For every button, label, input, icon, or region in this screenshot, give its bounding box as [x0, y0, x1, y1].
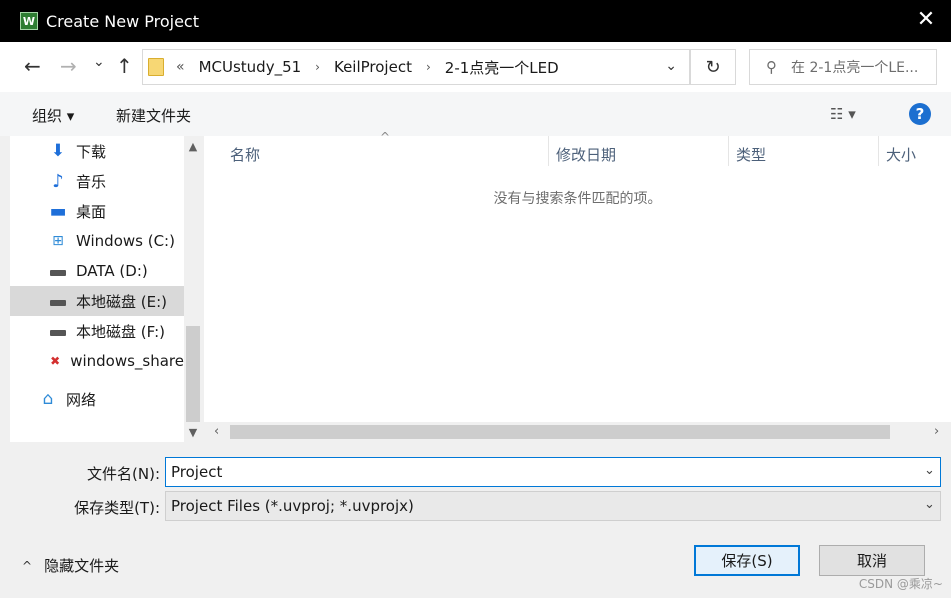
column-header-date-modified[interactable]: 修改日期	[556, 144, 616, 165]
scrollbar-thumb[interactable]	[230, 425, 890, 439]
new-folder-button[interactable]: 新建文件夹	[116, 105, 191, 126]
filename-input[interactable]	[165, 457, 941, 487]
navigation-pane-scrollbar[interactable]: ▲ ▼	[184, 136, 202, 442]
disconnected-network-drive-icon: ✖	[50, 354, 61, 368]
chevron-up-icon: ^	[22, 558, 33, 573]
file-list: ^ 名称 修改日期 类型 大小 没有与搜索条件匹配的项。	[204, 130, 951, 422]
music-note-icon: ♪	[52, 170, 64, 192]
column-divider[interactable]	[548, 136, 549, 166]
filetype-select[interactable]: Project Files (*.uvproj; *.uvprojx)	[165, 491, 941, 521]
save-button[interactable]: 保存(S)	[694, 545, 800, 576]
sidebar-item-drive-e[interactable]: 本地磁盘 (E:)	[10, 286, 184, 316]
search-icon: ⚲	[766, 58, 777, 76]
forward-arrow-icon[interactable]: →	[60, 56, 77, 76]
folder-icon	[148, 58, 164, 76]
search-placeholder: 在 2-1点亮一个LE...	[791, 60, 919, 76]
sidebar-item-network[interactable]: ⌂ 网络	[10, 384, 184, 414]
refresh-icon: ↻	[705, 56, 721, 78]
sidebar-item-drive-d[interactable]: DATA (D:)	[10, 256, 184, 286]
sidebar-item-music[interactable]: ♪ 音乐	[10, 166, 184, 196]
organize-menu-button[interactable]: 组织 ▾	[32, 105, 74, 126]
hard-drive-icon	[48, 322, 68, 340]
sidebar-item-label: 下载	[76, 142, 107, 161]
breadcrumb-keilproject[interactable]: KeilProject	[334, 58, 412, 76]
hard-drive-icon	[48, 292, 68, 310]
hard-drive-icon	[48, 262, 68, 280]
breadcrumb-current-folder[interactable]: 2-1点亮一个LED	[445, 57, 559, 78]
search-input[interactable]: ⚲ 在 2-1点亮一个LE...	[749, 49, 937, 85]
sidebar-item-label: 本地磁盘 (E:)	[76, 292, 168, 311]
filename-dropdown-icon[interactable]: ⌄	[924, 463, 935, 478]
sidebar-item-label: 桌面	[76, 202, 107, 221]
empty-results-message: 没有与搜索条件匹配的项。	[493, 191, 662, 207]
column-divider[interactable]	[728, 136, 729, 166]
column-divider[interactable]	[878, 136, 879, 166]
keil-app-icon: W	[20, 12, 38, 30]
csdn-watermark: CSDN @乘凉~	[858, 577, 943, 591]
navigation-pane: ⬇ 下载 ♪ 音乐 ▬ 桌面 ⊞ Windows (C:) DATA (D:) …	[10, 136, 184, 442]
hide-folders-toggle[interactable]: ^ 隐藏文件夹	[22, 555, 119, 576]
help-icon[interactable]: ?	[909, 103, 931, 125]
address-dropdown-icon[interactable]: ⌄	[665, 58, 677, 74]
sidebar-item-desktop[interactable]: ▬ 桌面	[10, 196, 184, 226]
scroll-left-icon[interactable]: ‹	[214, 424, 219, 439]
column-header-size[interactable]: 大小	[886, 144, 916, 165]
sort-ascending-icon: ^	[380, 130, 391, 144]
sidebar-item-label: 音乐	[76, 172, 107, 191]
cancel-button[interactable]: 取消	[819, 545, 925, 576]
sidebar-item-label: DATA (D:)	[76, 262, 148, 280]
recent-locations-chevron-icon[interactable]: ⌄	[93, 52, 105, 72]
navigation-bar: ← → ⌄ ↑ « MCUstudy_51 › KeilProject › 2-…	[0, 42, 951, 92]
up-arrow-icon[interactable]: ↑	[116, 56, 133, 76]
scroll-down-icon[interactable]: ▼	[184, 426, 202, 439]
window-title: Create New Project	[46, 11, 199, 31]
title-bar: W Create New Project ✕	[0, 0, 951, 42]
address-bar[interactable]: « MCUstudy_51 › KeilProject › 2-1点亮一个LED…	[142, 49, 690, 85]
column-header-type[interactable]: 类型	[736, 144, 766, 165]
filetype-dropdown-icon[interactable]: ⌄	[924, 497, 935, 512]
network-icon: ⌂	[42, 389, 54, 409]
view-options-icon[interactable]: ☷ ▾	[830, 105, 856, 123]
back-arrow-icon[interactable]: ←	[24, 56, 41, 76]
desktop-icon: ▬	[49, 200, 67, 222]
download-arrow-icon: ⬇	[50, 141, 66, 161]
breadcrumb-separator-icon[interactable]: ›	[426, 60, 431, 74]
windows-drive-icon: ⊞	[52, 233, 64, 249]
breadcrumb-mcustudy[interactable]: MCUstudy_51	[199, 58, 302, 76]
breadcrumb-separator-icon[interactable]: ›	[315, 60, 320, 74]
sidebar-item-label: windows_share	[70, 352, 184, 370]
hide-folders-label: 隐藏文件夹	[44, 557, 120, 575]
sidebar-item-drive-c[interactable]: ⊞ Windows (C:)	[10, 226, 184, 256]
sidebar-item-drive-f[interactable]: 本地磁盘 (F:)	[10, 316, 184, 346]
sidebar-item-label: Windows (C:)	[76, 232, 175, 250]
scrollbar-thumb[interactable]	[186, 326, 200, 422]
scroll-up-icon[interactable]: ▲	[184, 140, 202, 153]
file-list-horizontal-scrollbar[interactable]: ‹ ›	[204, 422, 951, 442]
sidebar-item-label: 网络	[66, 390, 97, 409]
sidebar-item-windows-share[interactable]: ✖ windows_share	[10, 346, 184, 376]
sidebar-item-label: 本地磁盘 (F:)	[76, 322, 165, 341]
refresh-button[interactable]: ↻	[690, 49, 736, 85]
sidebar-item-downloads[interactable]: ⬇ 下载	[10, 136, 184, 166]
command-toolbar: 组织 ▾ 新建文件夹 ☷ ▾ ?	[0, 92, 951, 136]
filename-label: 文件名(N):	[87, 465, 160, 483]
scroll-right-icon[interactable]: ›	[934, 424, 939, 439]
close-button[interactable]: ✕	[915, 9, 937, 32]
filetype-label: 保存类型(T):	[74, 499, 160, 517]
breadcrumb-overflow-icon[interactable]: «	[176, 59, 185, 75]
column-header-name[interactable]: 名称	[230, 144, 260, 165]
